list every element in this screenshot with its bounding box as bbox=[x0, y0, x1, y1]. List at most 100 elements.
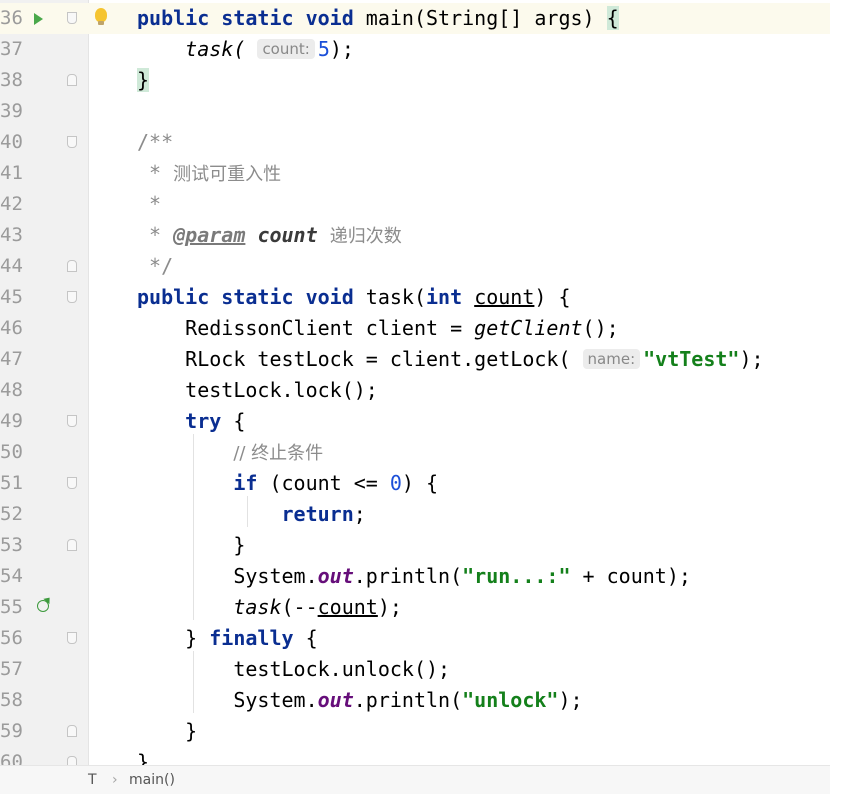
code-line-40[interactable]: 40 /** bbox=[0, 127, 830, 158]
code-token: } bbox=[233, 533, 246, 557]
fold-marker-icon[interactable] bbox=[67, 632, 77, 644]
code-text[interactable]: testLock.unlock(); bbox=[137, 654, 450, 685]
code-line-53[interactable]: 53 } bbox=[0, 530, 830, 561]
code-line-49[interactable]: 49 try { bbox=[0, 406, 830, 437]
code-line-58[interactable]: 58 System.out.println("unlock"); bbox=[0, 685, 830, 716]
keyword: public bbox=[137, 6, 210, 30]
line-number: 55 bbox=[0, 596, 23, 618]
fold-marker-icon[interactable] bbox=[67, 291, 77, 303]
code-text[interactable]: // 终止条件 bbox=[137, 437, 323, 469]
number-literal: 5 bbox=[317, 37, 330, 61]
fold-marker-icon[interactable] bbox=[67, 74, 77, 86]
keyword: static bbox=[221, 6, 294, 30]
fold-marker-icon[interactable] bbox=[67, 415, 77, 427]
breadcrumb-separator-icon: › bbox=[112, 772, 118, 788]
code-text[interactable]: * @param count 递归次数 bbox=[137, 220, 402, 252]
code-line-43[interactable]: 43 * @param count 递归次数 bbox=[0, 220, 830, 251]
code-line-50[interactable]: 50 // 终止条件 bbox=[0, 437, 830, 468]
code-token: System. bbox=[233, 564, 318, 588]
breadcrumb: T › main() bbox=[0, 765, 830, 794]
code-line-56[interactable]: 56 } finally { bbox=[0, 623, 830, 654]
line-number: 39 bbox=[0, 100, 23, 122]
code-line-36[interactable]: 36 public static void main(String[] args… bbox=[0, 3, 830, 34]
code-token: RLock testLock = client.getLock( bbox=[185, 347, 571, 371]
code-text[interactable]: return; bbox=[137, 499, 366, 530]
code-text[interactable]: testLock.lock(); bbox=[137, 375, 378, 406]
code-line-38[interactable]: 38 } bbox=[0, 65, 830, 96]
matched-brace: { bbox=[606, 6, 619, 30]
code-line-51[interactable]: 51 if (count <= 0) { bbox=[0, 468, 830, 499]
code-line-59[interactable]: 59 } bbox=[0, 716, 830, 747]
matched-brace: } bbox=[137, 68, 150, 92]
code-text[interactable]: task( count: 5); bbox=[137, 34, 354, 65]
doc-comment-text: 递归次数 bbox=[329, 226, 402, 247]
code-text[interactable]: try { bbox=[137, 406, 245, 437]
fold-marker-icon[interactable] bbox=[67, 725, 77, 737]
intention-bulb-icon[interactable] bbox=[95, 8, 107, 25]
code-line-57[interactable]: 57 testLock.unlock(); bbox=[0, 654, 830, 685]
code-text[interactable]: public static void main(String[] args) { bbox=[137, 3, 619, 34]
code-text[interactable]: */ bbox=[137, 251, 173, 282]
code-text[interactable]: System.out.println("run...:" + count); bbox=[137, 561, 691, 592]
fold-marker-icon[interactable] bbox=[67, 477, 77, 489]
code-text[interactable]: /** bbox=[137, 127, 173, 158]
code-editor[interactable]: 36 public static void main(String[] args… bbox=[0, 0, 830, 765]
code-line-44[interactable]: 44 */ bbox=[0, 251, 830, 282]
fold-marker-icon[interactable] bbox=[67, 539, 77, 551]
code-text[interactable]: if (count <= 0) { bbox=[137, 468, 438, 499]
code-token: .println( bbox=[353, 688, 463, 712]
fold-marker-icon[interactable] bbox=[67, 12, 77, 24]
code-line-48[interactable]: 48 testLock.lock(); bbox=[0, 375, 830, 406]
code-text[interactable]: task(task(--count); bbox=[137, 592, 402, 623]
keyword: void bbox=[305, 6, 354, 30]
code-line-39[interactable]: 39 bbox=[0, 96, 830, 127]
fold-marker-icon[interactable] bbox=[67, 136, 77, 148]
parameter-hint: name: bbox=[582, 349, 641, 369]
code-text[interactable]: } bbox=[137, 716, 197, 747]
method-call: task( bbox=[185, 37, 246, 61]
line-number: 48 bbox=[0, 379, 23, 401]
breadcrumb-class[interactable]: T bbox=[88, 766, 97, 794]
code-text[interactable]: RLock testLock = client.getLock( name: "v… bbox=[137, 344, 763, 375]
code-line-42[interactable]: 42 * bbox=[0, 189, 830, 220]
line-number: 42 bbox=[0, 193, 23, 215]
code-text[interactable]: System.out.println("unlock"); bbox=[137, 685, 582, 716]
doc-comment: * bbox=[149, 161, 162, 185]
code-line-55[interactable]: 55 task(task(--count); bbox=[0, 592, 830, 623]
code-line-52[interactable]: 52 return; bbox=[0, 499, 830, 530]
fold-marker-icon[interactable] bbox=[67, 756, 77, 765]
doc-comment: */ bbox=[149, 254, 174, 278]
line-number: 54 bbox=[0, 565, 23, 587]
line-number: 43 bbox=[0, 224, 23, 246]
doc-comment-text: 测试可重入性 bbox=[173, 164, 282, 185]
code-token: (); bbox=[582, 316, 619, 340]
keyword: finally bbox=[209, 626, 294, 650]
line-number: 57 bbox=[0, 658, 23, 680]
code-text[interactable]: } bbox=[137, 747, 149, 765]
code-text[interactable]: RedissonClient client = getClient(); bbox=[137, 313, 619, 344]
code-line-46[interactable]: 46 RedissonClient client = getClient(); bbox=[0, 313, 830, 344]
parameter-name: count bbox=[317, 595, 378, 619]
code-text[interactable]: } bbox=[137, 65, 150, 96]
code-line-47[interactable]: 47 RLock testLock = client.getLock( name… bbox=[0, 344, 830, 375]
code-line-45[interactable]: 45 public static void task(int count) { bbox=[0, 282, 830, 313]
doc-comment: * bbox=[149, 192, 162, 216]
parameter-hint: count: bbox=[257, 39, 315, 59]
code-text[interactable]: } finally { bbox=[137, 623, 317, 654]
code-text[interactable]: * bbox=[137, 189, 161, 220]
fold-marker-icon[interactable] bbox=[67, 260, 77, 272]
run-gutter-icon[interactable] bbox=[34, 13, 43, 25]
code-line-37[interactable]: 37 task( count: 5); bbox=[0, 34, 830, 65]
code-text[interactable]: } bbox=[137, 530, 245, 561]
code-line-41[interactable]: 41 * 测试可重入性 bbox=[0, 158, 830, 189]
recursive-call-icon[interactable] bbox=[37, 600, 49, 612]
line-number: 40 bbox=[0, 131, 23, 153]
code-text[interactable]: * 测试可重入性 bbox=[137, 158, 281, 190]
code-line-54[interactable]: 54 System.out.println("run...:" + count)… bbox=[0, 561, 830, 592]
code-line-60[interactable]: 60 } bbox=[0, 747, 830, 765]
code-text[interactable]: public static void task(int count) { bbox=[137, 282, 571, 313]
line-number: 36 bbox=[0, 7, 23, 29]
line-number: 38 bbox=[0, 69, 23, 91]
breadcrumb-method[interactable]: main() bbox=[129, 766, 175, 794]
line-number: 52 bbox=[0, 503, 23, 525]
